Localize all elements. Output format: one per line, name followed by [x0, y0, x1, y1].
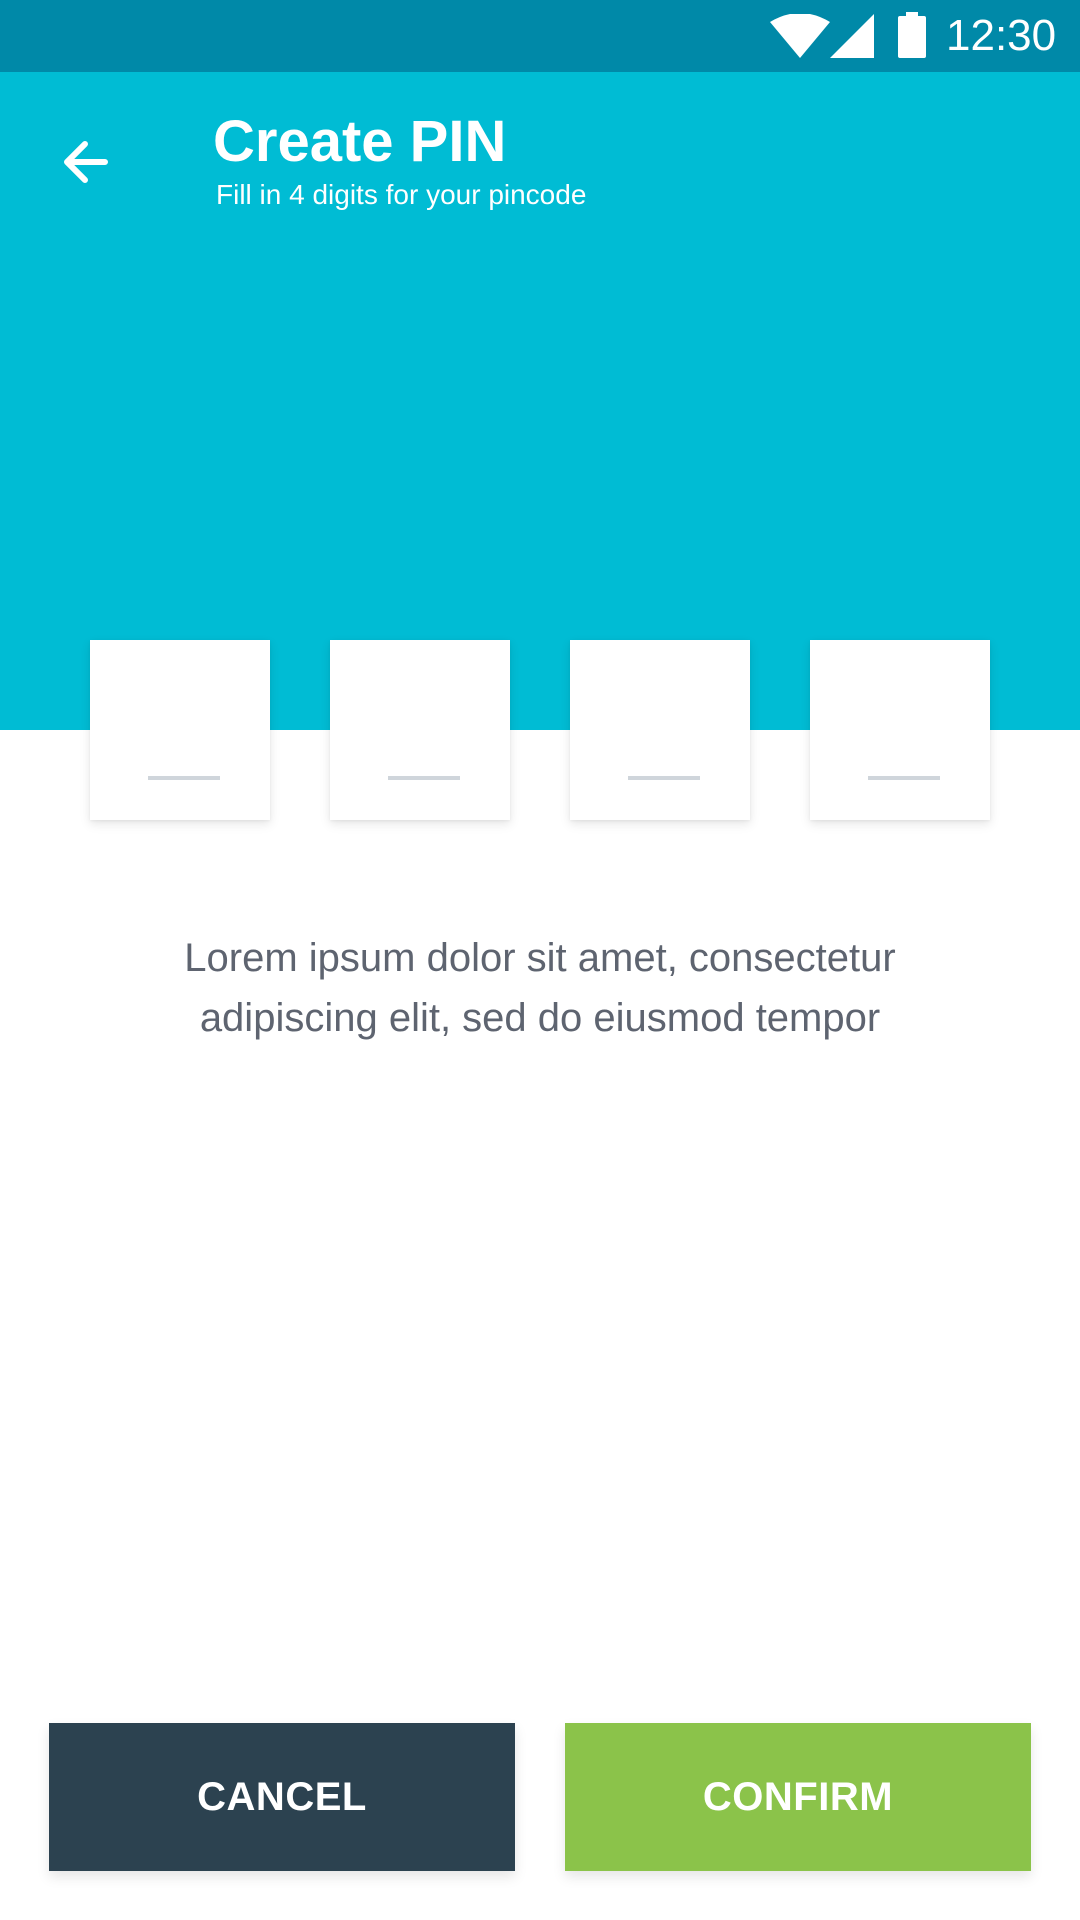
- pin-digit-1[interactable]: [90, 640, 270, 820]
- confirm-button[interactable]: CONFIRM: [565, 1723, 1031, 1871]
- pin-digit-3[interactable]: [570, 640, 750, 820]
- status-bar: 12:30: [0, 0, 1080, 72]
- pin-input-row: [0, 640, 1080, 820]
- create-pin-screen: 12:30 Create PIN Fill in 4 digits for yo…: [0, 0, 1080, 1920]
- app-header: Create PIN Fill in 4 digits for your pin…: [0, 72, 1080, 730]
- page-subtitle: Fill in 4 digits for your pincode: [216, 179, 587, 210]
- back-button[interactable]: [40, 117, 130, 207]
- signal-icon: [830, 14, 874, 58]
- pin-digit-underline: [388, 776, 460, 780]
- pin-digit-underline: [868, 776, 940, 780]
- pin-digit-underline: [628, 776, 700, 780]
- pin-digit-underline: [148, 776, 220, 780]
- wifi-icon: [770, 14, 830, 58]
- description-text: Lorem ipsum dolor sit amet, consectetur …: [184, 936, 896, 1040]
- status-time: 12:30: [946, 11, 1057, 60]
- pin-digit-4[interactable]: [810, 640, 990, 820]
- arrow-left-icon: [64, 141, 108, 183]
- cancel-button[interactable]: CANCEL: [49, 1723, 515, 1871]
- page-title: Create PIN: [213, 109, 507, 174]
- battery-icon: [898, 12, 926, 58]
- pin-digit-2[interactable]: [330, 640, 510, 820]
